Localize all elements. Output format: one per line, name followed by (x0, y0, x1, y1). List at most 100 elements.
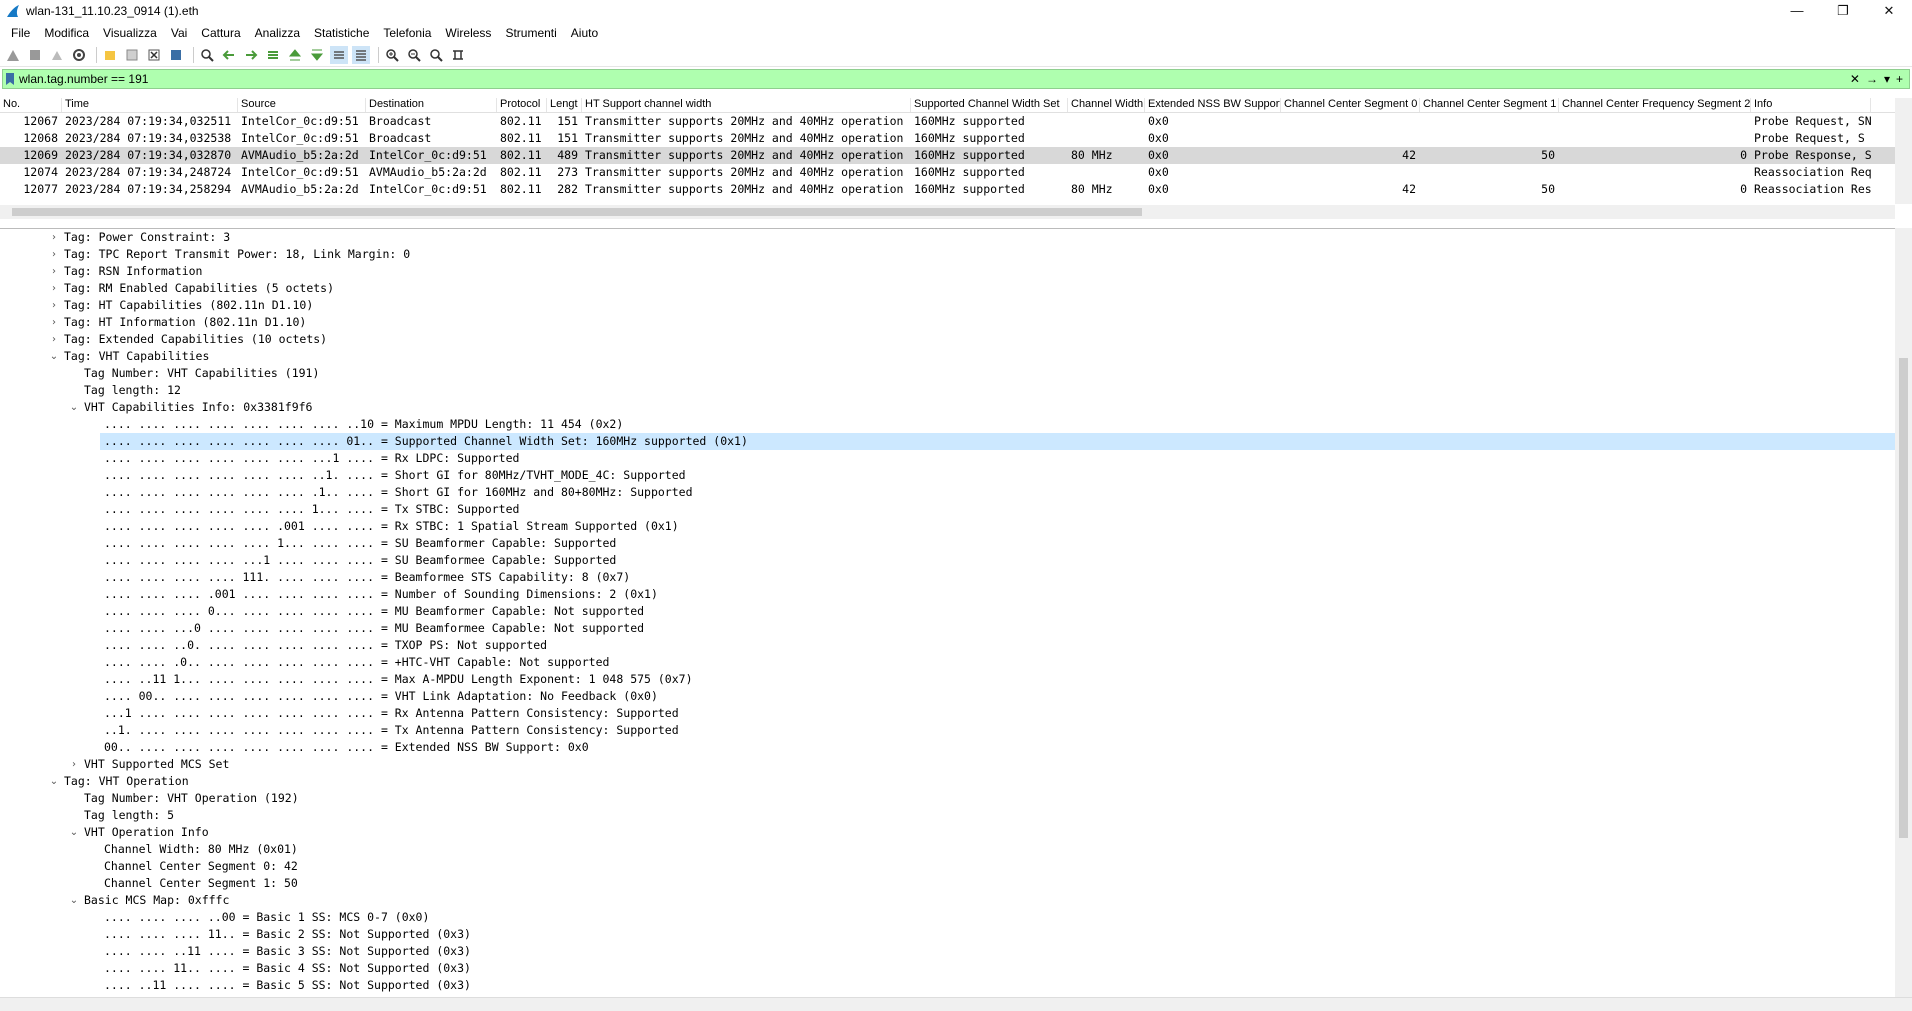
detail-tree-item[interactable]: 00.. .... .... .... .... .... .... .... … (0, 739, 1895, 756)
detail-tree-item[interactable]: Tag length: 5 (0, 807, 1895, 824)
col-header-no[interactable]: No. (0, 98, 62, 112)
detail-tree-item[interactable]: .... .... .... 0... .... .... .... .... … (0, 603, 1895, 620)
col-header-supported-channel-width-set[interactable]: Supported Channel Width Set (911, 98, 1068, 112)
col-header-protocol[interactable]: Protocol (497, 98, 547, 112)
menu-analizza[interactable]: Analizza (248, 26, 307, 40)
menu-telefonia[interactable]: Telefonia (376, 26, 438, 40)
apply-filter-icon[interactable]: → (1866, 72, 1878, 86)
detail-tree-item[interactable]: › Tag: Power Constraint: 3 (0, 229, 1895, 246)
col-header-center-seg0[interactable]: Channel Center Segment 0 (1281, 98, 1420, 112)
packet-row[interactable]: 12067 2023/284 07:19:34,032511 IntelCor_0c… (0, 113, 1912, 130)
normal-size-icon[interactable] (427, 46, 445, 64)
col-header-channel-width[interactable]: Channel Width (1068, 98, 1145, 112)
collapse-chevron-icon[interactable]: ⌄ (48, 348, 60, 365)
menu-vai[interactable]: Vai (164, 26, 194, 40)
menu-cattura[interactable]: Cattura (194, 26, 247, 40)
packet-row[interactable]: 12077 2023/284 07:19:34,258294 AVMAudio_b5… (0, 181, 1912, 198)
bookmark-icon[interactable] (5, 72, 15, 86)
detail-tree-item[interactable]: › Tag: Extended Capabilities (10 octets) (0, 331, 1895, 348)
expand-chevron-icon[interactable]: › (48, 297, 60, 314)
detail-tree-item[interactable]: .... .... .... .... .... .001 .... .... … (0, 518, 1895, 535)
menu-statistiche[interactable]: Statistiche (307, 26, 376, 40)
col-header-destination[interactable]: Destination (366, 98, 497, 112)
detail-tree-item[interactable]: .... .... .0.. .... .... .... .... .... … (0, 654, 1895, 671)
details-vertical-scrollbar[interactable] (1895, 228, 1912, 998)
menu-modifica[interactable]: Modifica (37, 26, 96, 40)
detail-tree-item[interactable]: .... ..11 .... .... = Basic 5 SS: Not Su… (0, 977, 1895, 994)
detail-tree-item[interactable]: .... .... .... ..00 = Basic 1 SS: MCS 0-… (0, 909, 1895, 926)
detail-tree-item[interactable]: Channel Center Segment 0: 42 (0, 858, 1895, 875)
packet-row[interactable]: 12074 2023/284 07:19:34,248724 IntelCor_0c… (0, 164, 1912, 181)
detail-tree-item[interactable]: › Tag: RSN Information (0, 263, 1895, 280)
expand-chevron-icon[interactable]: › (48, 280, 60, 297)
stop-icon[interactable] (26, 46, 44, 64)
zoom-in-icon[interactable] (383, 46, 401, 64)
detail-tree-item[interactable]: .... .... .... .... .... 1... .... .... … (0, 535, 1895, 552)
col-header-center-seg1[interactable]: Channel Center Segment 1 (1420, 98, 1559, 112)
detail-tree-item[interactable]: › VHT Supported MCS Set (0, 756, 1895, 773)
col-header-source[interactable]: Source (238, 98, 366, 112)
collapse-chevron-icon[interactable]: ⌄ (48, 773, 60, 790)
resize-columns-icon[interactable] (449, 46, 467, 64)
open-folder-icon[interactable] (101, 46, 119, 64)
clear-filter-icon[interactable]: ✕ (1850, 72, 1860, 86)
detail-tree-item[interactable]: ⌄ VHT Capabilities Info: 0x3381f9f6 (0, 399, 1895, 416)
detail-tree-item[interactable]: .... .... ..11 .... = Basic 3 SS: Not Su… (0, 943, 1895, 960)
detail-tree-item[interactable]: .... .... .... .... .... .... 1... .... … (0, 501, 1895, 518)
collapse-chevron-icon[interactable]: ⌄ (68, 892, 80, 909)
detail-tree-item[interactable]: .... .... .... .001 .... .... .... .... … (0, 586, 1895, 603)
minimize-button[interactable]: — (1774, 0, 1820, 22)
menu-visualizza[interactable]: Visualizza (96, 26, 164, 40)
detail-tree-item[interactable]: Channel Center Segment 1: 50 (0, 875, 1895, 892)
detail-tree-item[interactable]: ⌄ VHT Operation Info (0, 824, 1895, 841)
detail-tree-item[interactable]: .... 00.. .... .... .... .... .... .... … (0, 688, 1895, 705)
detail-tree-item[interactable]: ⌄ Basic MCS Map: 0xfffc (0, 892, 1895, 909)
scrollbar-thumb[interactable] (1899, 358, 1908, 838)
display-filter-input[interactable] (19, 72, 1909, 86)
detail-tree-item[interactable]: .... .... ...0 .... .... .... .... .... … (0, 620, 1895, 637)
detail-tree-item[interactable]: .... .... 11.. .... = Basic 4 SS: Not Su… (0, 960, 1895, 977)
menu-strumenti[interactable]: Strumenti (498, 26, 563, 40)
col-header-center-freq-seg2[interactable]: Channel Center Frequency Segment 2 (1559, 98, 1751, 112)
first-packet-icon[interactable] (286, 46, 304, 64)
detail-tree-item[interactable]: .... .... ..0. .... .... .... .... .... … (0, 637, 1895, 654)
last-packet-icon[interactable] (308, 46, 326, 64)
detail-tree-item[interactable]: .... .... .... .... 111. .... .... .... … (0, 569, 1895, 586)
detail-tree-item[interactable]: Channel Width: 80 MHz (0x01) (0, 841, 1895, 858)
restart-icon[interactable] (48, 46, 66, 64)
back-arrow-icon[interactable] (220, 46, 238, 64)
detail-tree-item[interactable]: .... .... .... .... .... .... ...1 .... … (0, 450, 1895, 467)
detail-tree-item[interactable]: ⌄ Tag: VHT Operation (0, 773, 1895, 790)
menu-aiuto[interactable]: Aiuto (564, 26, 605, 40)
detail-tree-item[interactable]: › Tag: RM Enabled Capabilities (5 octets) (0, 280, 1895, 297)
packet-list-horizontal-scrollbar[interactable] (0, 205, 1895, 219)
expand-chevron-icon[interactable]: › (48, 331, 60, 348)
col-header-ht-support[interactable]: HT Support channel width (582, 98, 911, 112)
expand-chevron-icon[interactable]: › (48, 229, 60, 246)
detail-tree-item[interactable]: .... .... .... .... ...1 .... .... .... … (0, 552, 1895, 569)
expand-chevron-icon[interactable]: › (48, 263, 60, 280)
detail-tree-item[interactable]: ...1 .... .... .... .... .... .... .... … (0, 705, 1895, 722)
forward-arrow-icon[interactable] (242, 46, 260, 64)
packet-row[interactable]: 12068 2023/284 07:19:34,032538 IntelCor_0c… (0, 130, 1912, 147)
detail-tree-item[interactable]: .... ..11 1... .... .... .... .... .... … (0, 671, 1895, 688)
expand-chevron-icon[interactable]: › (48, 314, 60, 331)
col-header-length[interactable]: Lengt (547, 98, 582, 112)
col-header-time[interactable]: Time (62, 98, 238, 112)
shark-fin-start-icon[interactable] (4, 46, 22, 64)
expand-chevron-icon[interactable]: › (48, 246, 60, 263)
expand-chevron-icon[interactable]: › (68, 756, 80, 773)
scrollbar-thumb[interactable] (12, 208, 1142, 216)
restore-button[interactable]: ❐ (1820, 0, 1866, 22)
menu-file[interactable]: File (4, 26, 37, 40)
detail-tree-item[interactable]: .... .... .... .... .... .... .... ..10 … (0, 416, 1895, 433)
options-gear-icon[interactable] (70, 46, 88, 64)
packet-list-vertical-scrollbar[interactable] (1895, 98, 1912, 204)
filter-history-dropdown-icon[interactable]: ▾ (1884, 72, 1890, 86)
menu-wireless[interactable]: Wireless (438, 26, 498, 40)
detail-tree-item[interactable]: .... .... .... .... .... .... .1.. .... … (0, 484, 1895, 501)
go-to-packet-icon[interactable] (264, 46, 282, 64)
detail-tree-item[interactable]: › Tag: TPC Report Transmit Power: 18, Lin… (0, 246, 1895, 263)
detail-tree-item[interactable]: .... .... .... .... .... .... ..1. .... … (0, 467, 1895, 484)
detail-tree-item[interactable]: › Tag: HT Capabilities (802.11n D1.10) (0, 297, 1895, 314)
